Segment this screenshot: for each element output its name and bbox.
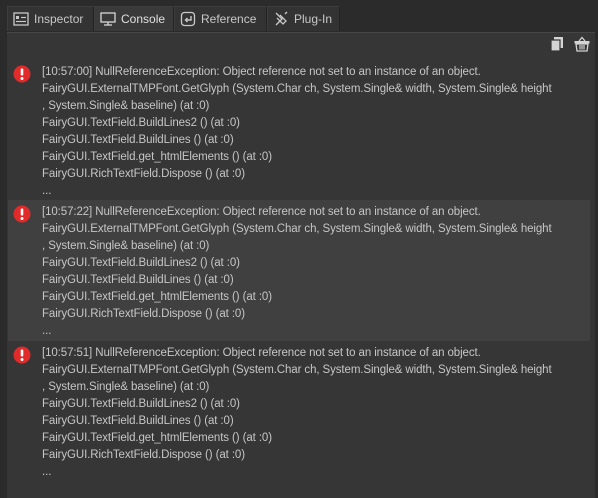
- tab-bar: Inspector Console Reference Plug-In: [0, 0, 598, 32]
- clear-button[interactable]: [573, 36, 591, 57]
- tab-plugin[interactable]: Plug-In: [267, 6, 340, 31]
- log-line: ...: [42, 466, 52, 478]
- tab-console-label: Console: [121, 12, 166, 26]
- log-line: [10:57:00] NullReferenceException: Objec…: [42, 66, 481, 78]
- tab-reference[interactable]: Reference: [174, 6, 267, 31]
- log-line: FairyGUI.TextField.get_htmlElements () (…: [42, 291, 272, 303]
- plugin-icon: [272, 11, 290, 27]
- log-line: , System.Single& baseline) (at :0): [42, 240, 210, 252]
- clear-basket-icon: [573, 36, 591, 57]
- error-icon: [13, 205, 31, 223]
- copy-icon: [550, 36, 564, 57]
- log-entry[interactable]: [10:57:22] NullReferenceException: Objec…: [8, 200, 590, 341]
- console-toolbar: [7, 33, 595, 59]
- console-panel: [10:57:00] NullReferenceException: Objec…: [7, 32, 595, 498]
- log-line: FairyGUI.TextField.get_htmlElements () (…: [42, 151, 272, 163]
- log-line: FairyGUI.RichTextField.Dispose () (at :0…: [42, 449, 245, 461]
- log-line: FairyGUI.RichTextField.Dispose () (at :0…: [42, 168, 245, 180]
- log-line: ...: [42, 325, 52, 337]
- log-line: ...: [42, 185, 52, 197]
- log-line: FairyGUI.ExternalTMPFont.GetGlyph (Syste…: [42, 223, 552, 235]
- error-icon: [13, 346, 31, 364]
- log-entry[interactable]: [10:57:51] NullReferenceException: Objec…: [8, 341, 590, 481]
- log-line: FairyGUI.TextField.BuildLines2 () (at :0…: [42, 398, 240, 410]
- log-line: [10:57:22] NullReferenceException: Objec…: [42, 206, 481, 218]
- tab-plugin-label: Plug-In: [294, 12, 333, 26]
- tab-reference-label: Reference: [201, 12, 257, 26]
- log-line: FairyGUI.RichTextField.Dispose () (at :0…: [42, 308, 245, 320]
- log-line: FairyGUI.TextField.BuildLines () (at :0): [42, 134, 234, 146]
- error-icon: [13, 65, 31, 83]
- copy-button[interactable]: [548, 36, 566, 57]
- log-entry[interactable]: [10:57:00] NullReferenceException: Objec…: [8, 60, 590, 200]
- monitor-icon: [99, 11, 117, 27]
- log-line: , System.Single& baseline) (at :0): [42, 100, 210, 112]
- reference-icon: [179, 11, 197, 27]
- log-list: [10:57:00] NullReferenceException: Objec…: [8, 60, 590, 481]
- log-line: FairyGUI.TextField.BuildLines () (at :0): [42, 415, 234, 427]
- log-line: FairyGUI.TextField.get_htmlElements () (…: [42, 432, 272, 444]
- tab-inspector[interactable]: Inspector: [7, 6, 94, 31]
- log-line: FairyGUI.TextField.BuildLines2 () (at :0…: [42, 117, 240, 129]
- tab-inspector-label: Inspector: [34, 12, 84, 26]
- log-line: FairyGUI.ExternalTMPFont.GetGlyph (Syste…: [42, 83, 552, 95]
- inspector-icon: [12, 11, 30, 27]
- log-line: , System.Single& baseline) (at :0): [42, 381, 210, 393]
- log-line: FairyGUI.TextField.BuildLines () (at :0): [42, 274, 234, 286]
- log-line: [10:57:51] NullReferenceException: Objec…: [42, 347, 481, 359]
- log-line: FairyGUI.ExternalTMPFont.GetGlyph (Syste…: [42, 364, 552, 376]
- tab-console[interactable]: Console: [94, 6, 174, 31]
- log-line: FairyGUI.TextField.BuildLines2 () (at :0…: [42, 257, 240, 269]
